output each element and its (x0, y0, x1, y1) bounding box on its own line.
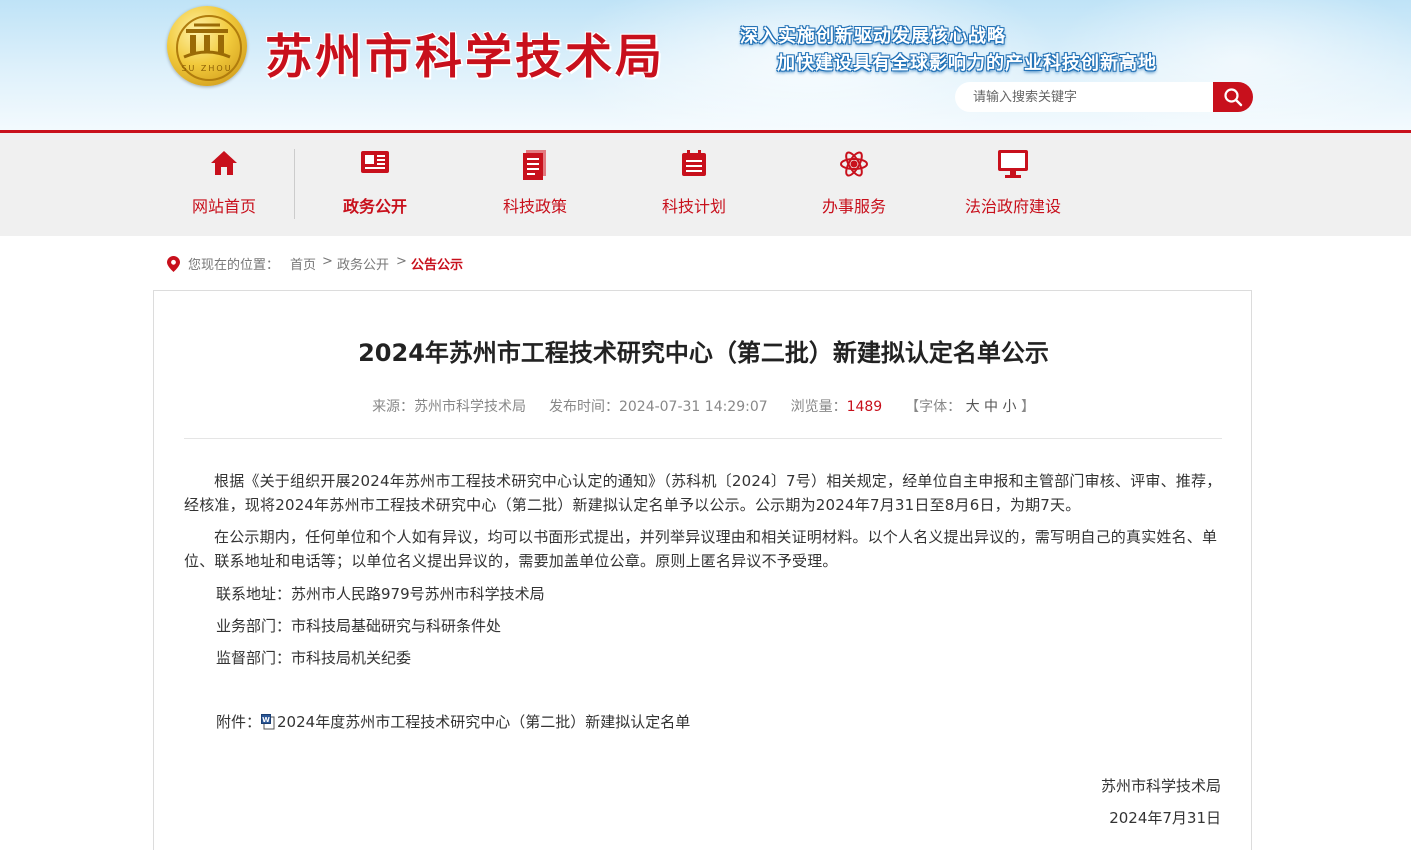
svg-text:W: W (262, 716, 270, 724)
nav-item-services[interactable]: 办事服务 (774, 133, 934, 236)
time-label: 发布时间： (548, 399, 619, 415)
nav-item-label: 网站首页 (191, 197, 256, 216)
breadcrumb-home[interactable]: 首页 (290, 254, 316, 273)
supervision-department: 监督部门：市科技局机关纪委 (216, 649, 412, 667)
search-icon (1224, 88, 1243, 107)
header-banner: SU ZHOU 苏州市科学技术局 深入实施创新驱动发展核心战略 加快建设具有全球… (0, 0, 1411, 130)
nav-item-label: 科技计划 (661, 197, 726, 216)
font-size-label: 【字体： (905, 399, 962, 415)
font-size-medium-button[interactable]: 中 (984, 399, 998, 415)
location-pin-icon (167, 256, 180, 272)
nav-item-label: 办事服务 (821, 197, 886, 216)
attachment-row: 附件： W 2024年度苏州市工程技术研究中心（第二批）新建拟认定名单 (216, 711, 690, 732)
font-size-end: 】 (1020, 399, 1035, 415)
search-button[interactable] (1213, 82, 1253, 112)
main-nav: 网站首页 政务公开 科技政策 科技计划 办事服务 法治政府建设 (0, 133, 1411, 236)
signature-org: 苏州市科学技术局 (1100, 777, 1221, 795)
word-document-icon: W (261, 714, 275, 730)
nav-item-label: 法治政府建设 (964, 197, 1061, 216)
slogan-line-1: 深入实施创新驱动发展核心战略 (740, 26, 1006, 47)
breadcrumb-current[interactable]: 公告公示 (411, 254, 463, 273)
nav-item-home[interactable]: 网站首页 (144, 133, 304, 236)
nav-item-rule-of-law[interactable]: 法治政府建设 (933, 133, 1093, 236)
meta-divider (184, 438, 1222, 439)
nav-item-policy[interactable]: 科技政策 (455, 133, 615, 236)
attachment-label: 附件： (216, 713, 262, 731)
breadcrumb-separator: > (396, 254, 407, 269)
article-title: 2024年苏州市工程技术研究中心（第二批）新建拟认定名单公示 (358, 339, 1049, 367)
breadcrumb-separator: > (322, 254, 333, 269)
site-title[interactable]: 苏州市科学技术局 (265, 18, 665, 87)
views-label: 浏览量： (790, 399, 847, 415)
slogan-line-2: 加快建设具有全球影响力的产业科技创新高地 (777, 53, 1157, 74)
breadcrumb-gov-affairs[interactable]: 政务公开 (337, 254, 389, 273)
article-meta: 来源：苏州市科学技术局 发布时间：2024-07-31 14:29:07 浏览量… (154, 396, 1253, 416)
nav-item-label: 科技政策 (502, 197, 567, 216)
monitor-icon (998, 150, 1028, 178)
atom-icon (840, 151, 868, 177)
document-icon (523, 150, 546, 180)
source-label: 来源： (372, 399, 415, 415)
breadcrumb-prefix: 您现在的位置： (188, 258, 280, 273)
nav-item-tech-plan[interactable]: 科技计划 (614, 133, 774, 236)
logo-pagoda-icon (183, 23, 231, 59)
article-paragraph-2: 在公示期内，任何单位和个人如有异议，均可以书面形式提出，并列举异议理由和相关证明… (184, 528, 1218, 570)
home-icon (211, 151, 237, 175)
search-input[interactable] (955, 82, 1215, 112)
business-department: 业务部门：市科技局基础研究与科研条件处 (216, 617, 502, 635)
contact-address: 联系地址：苏州市人民路979号苏州市科学技术局 (216, 585, 545, 603)
article-panel: 2024年苏州市工程技术研究中心（第二批）新建拟认定名单公示 来源：苏州市科学技… (153, 290, 1252, 850)
publish-time: 2024-07-31 14:29:07 (618, 399, 768, 415)
calendar-icon (682, 150, 706, 176)
view-count: 1489 (846, 399, 883, 415)
news-icon (361, 151, 389, 173)
site-logo-emblem[interactable]: SU ZHOU (167, 6, 247, 86)
source-value: 苏州市科学技术局 (414, 399, 527, 415)
font-size-large-button[interactable]: 大 (966, 399, 980, 415)
signature-date: 2024年7月31日 (1109, 809, 1221, 827)
nav-item-government-affairs[interactable]: 政务公开 (295, 133, 455, 236)
logo-text: SU ZHOU (181, 64, 233, 73)
nav-item-label: 政务公开 (342, 197, 407, 216)
attachment-link[interactable]: 2024年度苏州市工程技术研究中心（第二批）新建拟认定名单 (277, 713, 690, 731)
font-size-small-button[interactable]: 小 (1002, 399, 1016, 415)
article-paragraph-1: 根据《关于组织开展2024年苏州市工程技术研究中心认定的通知》（苏科机〔2024… (184, 472, 1222, 514)
